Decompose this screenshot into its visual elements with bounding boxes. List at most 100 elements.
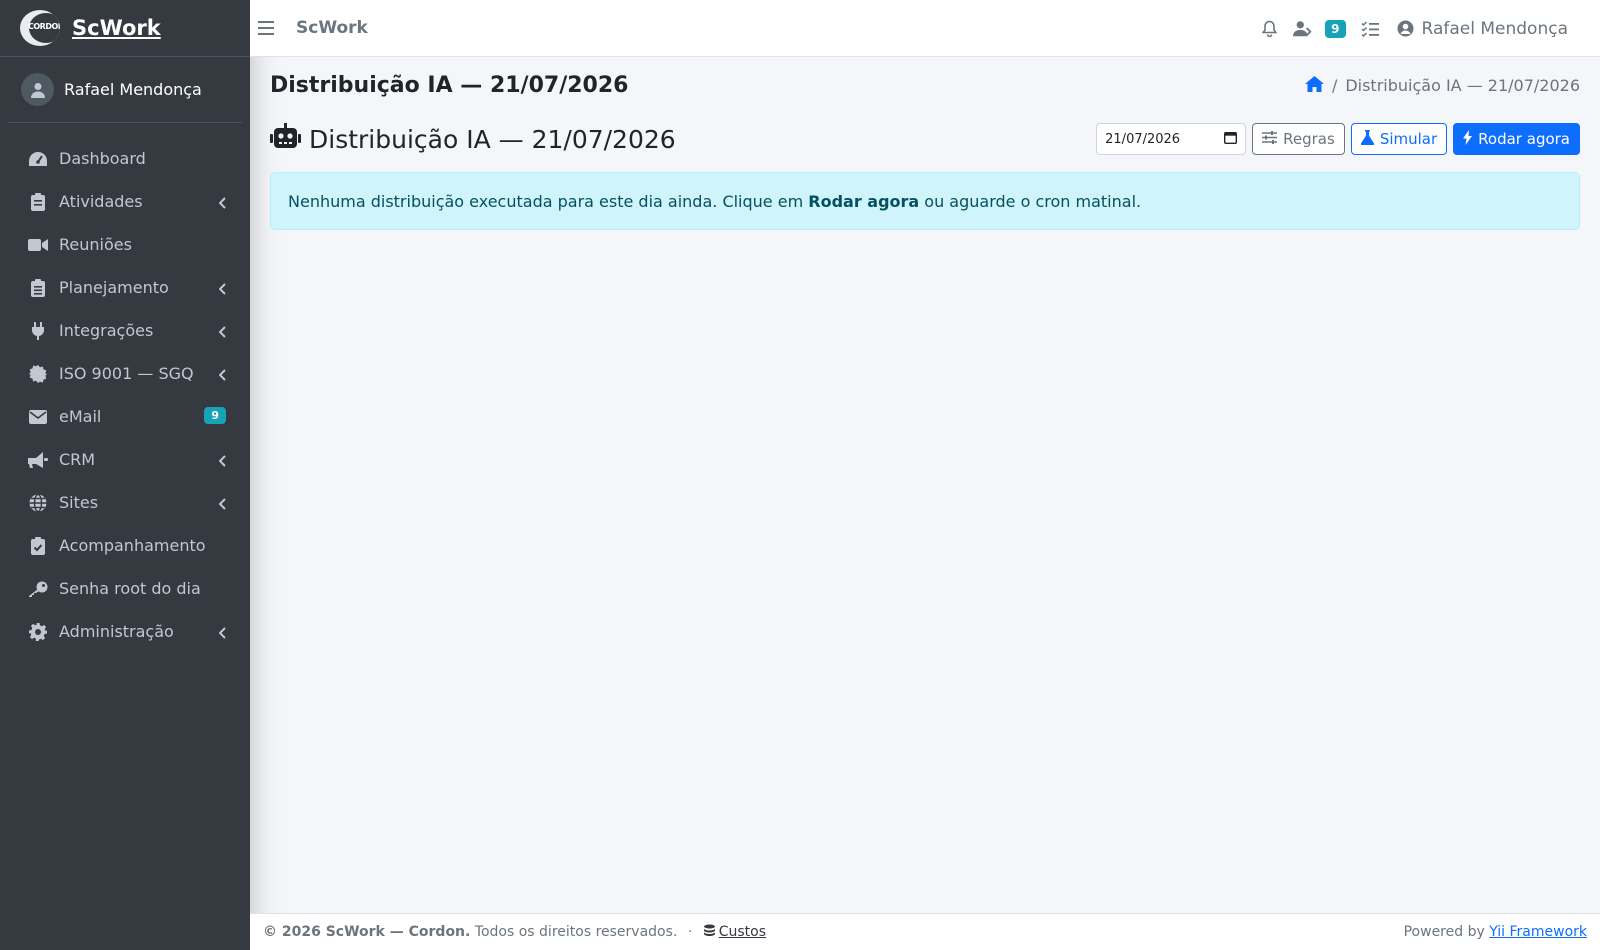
sidebar-item-label: Reuniões: [59, 235, 132, 254]
sidebar-item-label: ISO 9001 — SGQ: [59, 364, 194, 383]
sidebar-item-label: Integrações: [59, 321, 154, 340]
globe-icon: [28, 493, 48, 512]
bolt-icon: [1463, 129, 1473, 149]
date-input-value: 21/07/2026: [1105, 131, 1181, 147]
brand-link[interactable]: CORDON ScWork: [0, 0, 250, 57]
rules-button-label: Regras: [1283, 130, 1335, 148]
video-icon: [28, 236, 48, 254]
sidebar-item-administracao[interactable]: Administração: [0, 610, 250, 653]
chevron-left-icon: [218, 323, 226, 342]
clipboard-icon: [28, 192, 48, 211]
sidebar-item-atividades[interactable]: Atividades: [0, 180, 250, 223]
clipboard-list-icon: [28, 278, 48, 297]
users-count-badge[interactable]: 9: [1325, 19, 1346, 38]
chevron-left-icon: [218, 452, 226, 471]
user-avatar-icon: [21, 73, 54, 106]
robot-icon: [270, 123, 301, 155]
breadcrumb: / Distribuição IA — 21/07/2026: [1304, 75, 1580, 96]
sidebar-nav: Dashboard Atividades Reuniões Planejamen…: [0, 123, 250, 653]
brand-logo: CORDON: [20, 10, 60, 46]
section-heading-text: Distribuição IA — 21/07/2026: [309, 124, 676, 154]
main-content: Distribuição IA — 21/07/2026 / Distribui…: [250, 57, 1600, 913]
calendar-icon[interactable]: [1224, 131, 1238, 148]
gear-icon: [28, 622, 48, 641]
chevron-left-icon: [218, 194, 226, 213]
hamburger-menu-icon[interactable]: [258, 21, 274, 35]
run-now-button[interactable]: Rodar agora: [1453, 123, 1580, 155]
user-name[interactable]: Rafael Mendonça: [64, 80, 202, 99]
page-actions: 21/07/2026 Regras Simular Rodar agora: [1096, 123, 1580, 155]
sidebar-item-email[interactable]: eMail 9: [0, 395, 250, 438]
flask-icon: [1360, 129, 1374, 149]
sidebar-item-label: Senha root do dia: [59, 579, 201, 598]
sidebar-item-iso-9001[interactable]: ISO 9001 — SGQ: [0, 352, 250, 395]
dashboard-icon: [28, 150, 48, 168]
top-navbar: ScWork 9 Rafael Mendonça: [250, 0, 1600, 57]
footer-left: © 2026 ScWork — Cordon. Todos os direito…: [263, 924, 766, 940]
sliders-icon: [1262, 130, 1278, 148]
sidebar-item-label: Acompanhamento: [59, 536, 206, 555]
brand-name[interactable]: ScWork: [72, 16, 161, 40]
key-icon: [28, 580, 48, 598]
email-count-badge: 9: [204, 407, 226, 424]
sidebar-item-integracoes[interactable]: Integrações: [0, 309, 250, 352]
powered-by-label: Powered by: [1403, 924, 1485, 940]
section-heading: Distribuição IA — 21/07/2026: [270, 123, 676, 155]
sidebar-item-label: eMail: [59, 407, 102, 426]
sidebar-item-dashboard[interactable]: Dashboard: [0, 137, 250, 180]
footer-rights: Todos os direitos reservados.: [474, 924, 678, 940]
sidebar: CORDON ScWork Rafael Mendonça Dashboard …: [0, 0, 250, 950]
top-user-name[interactable]: Rafael Mendonça: [1422, 19, 1568, 39]
framework-link[interactable]: Yii Framework: [1489, 924, 1587, 940]
content-header: Distribuição IA — 21/07/2026 / Distribui…: [270, 57, 1580, 114]
envelope-icon: [28, 408, 48, 426]
user-panel[interactable]: Rafael Mendonça: [8, 57, 242, 123]
sidebar-item-label: CRM: [59, 450, 96, 469]
certificate-icon: [28, 364, 48, 383]
task-list-icon[interactable]: [1360, 19, 1380, 39]
chevron-left-icon: [218, 280, 226, 299]
user-circle-icon[interactable]: [1396, 19, 1416, 39]
top-right-actions: 9 Rafael Mendonça: [1245, 0, 1568, 57]
sidebar-item-crm[interactable]: CRM: [0, 438, 250, 481]
footer-copyright: © 2026 ScWork — Cordon.: [263, 924, 471, 940]
alert-text-before: Nenhuma distribuição executada para este…: [288, 191, 809, 211]
breadcrumb-current: Distribuição IA — 21/07/2026: [1345, 76, 1580, 95]
home-icon[interactable]: [1304, 75, 1324, 96]
run-now-button-label: Rodar agora: [1478, 130, 1570, 148]
top-brand[interactable]: ScWork: [296, 18, 368, 38]
footer-dot: ·: [687, 924, 693, 940]
page-toolbar: Distribuição IA — 21/07/2026 21/07/2026 …: [270, 114, 1580, 164]
coins-icon: [703, 924, 716, 940]
rules-button[interactable]: Regras: [1252, 123, 1345, 155]
alert-text-after: ou aguarde o cron matinal.: [919, 191, 1142, 211]
sidebar-item-label: Planejamento: [59, 278, 169, 297]
sidebar-item-label: Sites: [59, 493, 99, 512]
bullhorn-icon: [28, 451, 48, 469]
chevron-left-icon: [218, 366, 226, 385]
simulate-button-label: Simular: [1379, 130, 1438, 148]
footer: © 2026 ScWork — Cordon. Todos os direito…: [250, 913, 1600, 950]
sidebar-item-sites[interactable]: Sites: [0, 481, 250, 524]
sidebar-item-planejamento[interactable]: Planejamento: [0, 266, 250, 309]
sidebar-item-reunioes[interactable]: Reuniões: [0, 223, 250, 266]
plug-icon: [28, 321, 48, 340]
footer-right: Powered by Yii Framework: [1404, 924, 1587, 940]
clipboard-check-icon: [28, 536, 48, 555]
sidebar-item-label: Atividades: [59, 192, 143, 211]
chevron-left-icon: [218, 624, 226, 643]
sidebar-item-senha-root[interactable]: Senha root do dia: [0, 567, 250, 610]
info-alert: Nenhuma distribuição executada para este…: [270, 172, 1580, 230]
users-icon[interactable]: [1293, 19, 1313, 39]
simulate-button[interactable]: Simular: [1350, 123, 1448, 155]
alert-text-bold: Rodar agora: [808, 191, 920, 211]
page-title: Distribuição IA — 21/07/2026: [270, 73, 629, 98]
sidebar-item-acompanhamento[interactable]: Acompanhamento: [0, 524, 250, 567]
sidebar-item-label: Administração: [59, 622, 174, 641]
costs-link-label: Custos: [718, 924, 767, 940]
costs-link[interactable]: Custos: [703, 924, 766, 940]
sidebar-item-label: Dashboard: [59, 149, 146, 168]
bell-icon[interactable]: [1259, 19, 1279, 39]
chevron-left-icon: [218, 495, 226, 514]
date-input[interactable]: 21/07/2026: [1096, 123, 1247, 155]
